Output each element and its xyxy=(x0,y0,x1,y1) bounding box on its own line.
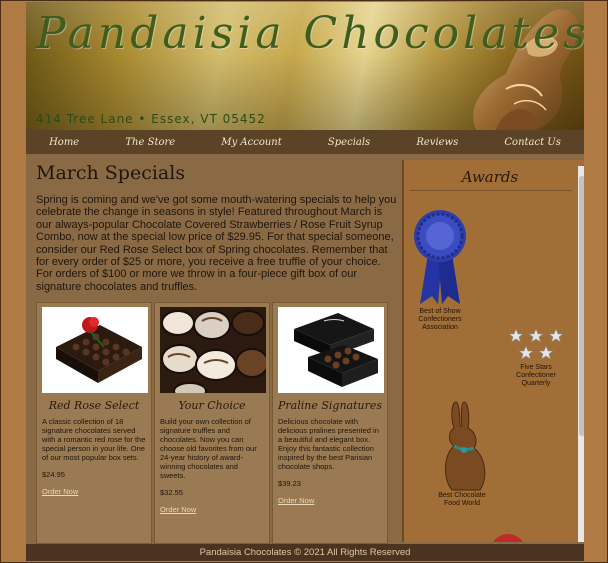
award-label: Five Stars Confectioner Quarterly xyxy=(516,364,556,387)
nav-my-account[interactable]: My Account xyxy=(221,137,281,148)
product-description: A classic collection of 18 signature cho… xyxy=(42,417,146,462)
awards-sidebar: Awards Best of Show Confectioners Associ… xyxy=(402,160,584,542)
order-now-link[interactable]: Order Now xyxy=(278,496,382,505)
order-now-link[interactable]: Order Now xyxy=(160,505,264,514)
scrollbar-thumb[interactable] xyxy=(579,176,584,436)
truffles-image xyxy=(160,307,266,393)
product-title: Praline Signatures xyxy=(278,399,383,412)
nav-the-store[interactable]: The Store xyxy=(125,137,175,148)
intro-text: Spring is coming and we've got some mout… xyxy=(36,194,397,293)
product-title: Your Choice xyxy=(178,399,246,412)
main-nav: Home The Store My Account Specials Revie… xyxy=(26,130,584,154)
address: 414 Tree Lane • Essex, VT 05452 xyxy=(36,112,266,126)
praline-box-image xyxy=(278,307,384,393)
blue-ribbon-icon xyxy=(414,210,466,304)
product-title: Red Rose Select xyxy=(48,399,140,412)
product-card: Your Choice Build your own collection of… xyxy=(154,302,270,544)
order-now-link[interactable]: Order Now xyxy=(42,487,146,496)
award-seal-icon xyxy=(493,534,523,542)
chocolate-bunny-icon xyxy=(445,401,486,491)
product-card: Praline Signatures Delicious chocolate w… xyxy=(272,302,388,544)
product-list: Red Rose Select A classic collection of … xyxy=(36,302,390,544)
page-title: March Specials xyxy=(36,162,186,184)
brand-title: Pandaisia Chocolates xyxy=(36,8,584,59)
product-card: Red Rose Select A classic collection of … xyxy=(36,302,152,544)
chocolate-box-image xyxy=(42,307,148,393)
site-header: Pandaisia Chocolates 414 Tree Lane • Ess… xyxy=(26,2,584,130)
five-stars-icon xyxy=(508,328,564,360)
award-label: Best of Show Confectioners Association xyxy=(418,308,462,331)
nav-specials[interactable]: Specials xyxy=(328,137,370,148)
product-price: $32.55 xyxy=(160,488,183,497)
awards-heading: Awards xyxy=(461,168,519,186)
product-description: Delicious chocolate with delicious prali… xyxy=(278,417,379,471)
site-footer: Pandaisia Chocolates © 2021 All Rights R… xyxy=(26,544,584,561)
main-content: March Specials Spring is coming and we'v… xyxy=(26,154,402,544)
divider xyxy=(410,190,572,191)
award-label: Best Chocolate Food World xyxy=(438,492,486,507)
nav-reviews[interactable]: Reviews xyxy=(416,137,458,148)
page: Pandaisia Chocolates 414 Tree Lane • Ess… xyxy=(26,2,584,561)
nav-contact-us[interactable]: Contact Us xyxy=(504,137,560,148)
sidebar-scrollbar[interactable] xyxy=(578,166,584,542)
product-description: Build your own collection of signature t… xyxy=(160,417,257,480)
nav-home[interactable]: Home xyxy=(49,137,79,148)
product-price: $39.23 xyxy=(278,479,301,488)
product-price: $24.95 xyxy=(42,470,65,479)
